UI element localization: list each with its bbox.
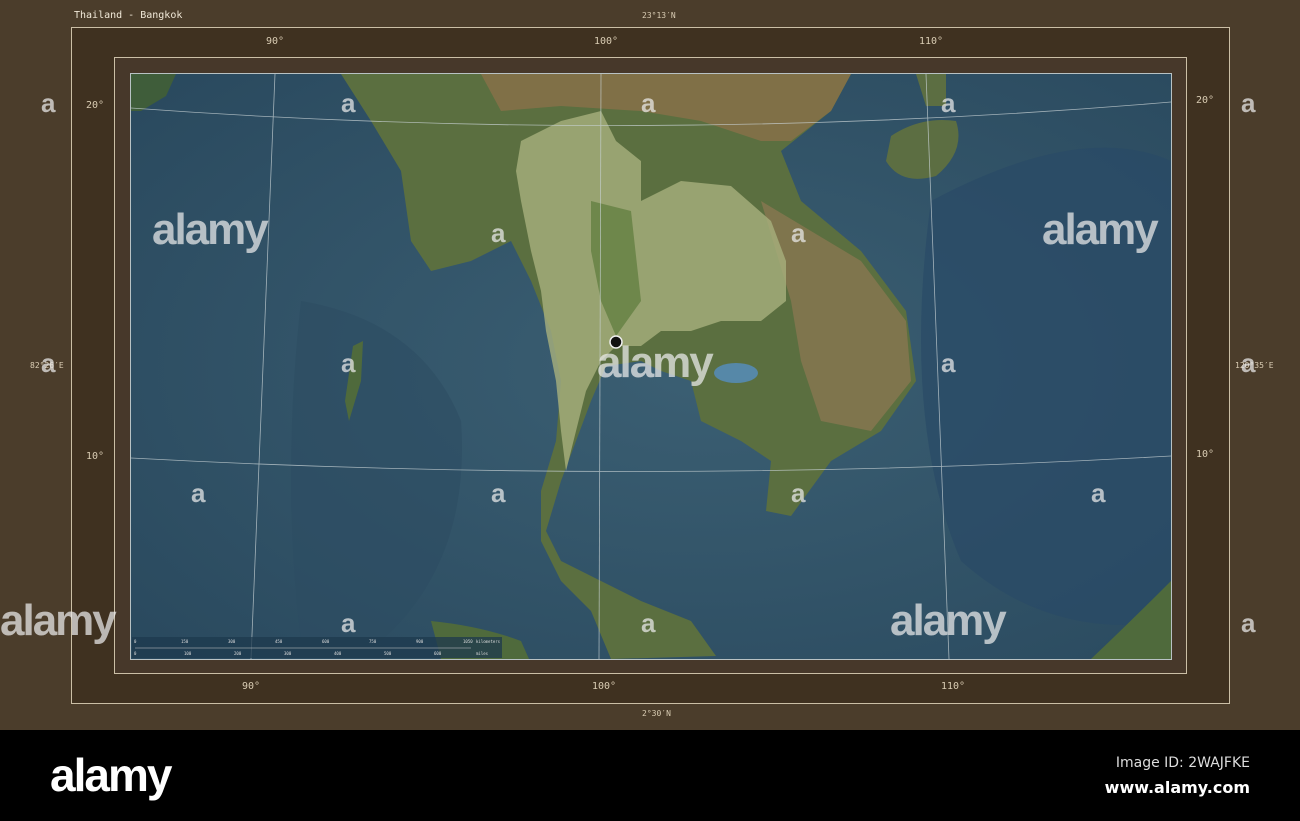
tonle-sap-lake xyxy=(714,363,758,383)
alamy-logo: alamy xyxy=(50,749,172,801)
lon-label-90-bottom: 90° xyxy=(242,681,261,692)
scale-km-tick: 450 xyxy=(275,639,283,644)
watermark-letter: a xyxy=(1241,608,1256,638)
watermark-letter: a xyxy=(41,88,56,118)
watermark-letter: a xyxy=(1091,478,1106,508)
watermark: alamy xyxy=(1042,205,1159,254)
scale-mi-tick: 400 xyxy=(334,651,342,656)
scale-mi-tick: 600 xyxy=(434,651,442,656)
watermark-letter: a xyxy=(341,348,356,378)
watermark: alamy xyxy=(152,205,269,254)
lon-label-110-top: 110° xyxy=(919,36,944,47)
scale-km-tick: 1050 xyxy=(463,639,473,644)
scale-km-tick: 300 xyxy=(228,639,236,644)
watermark-letter: a xyxy=(791,218,806,248)
lat-label-10-left: 10° xyxy=(86,451,105,462)
scale-mi-tick: 500 xyxy=(384,651,392,656)
scale-km-tick: 0 xyxy=(134,639,137,644)
scale-mi-unit: miles xyxy=(476,651,489,656)
watermark-letter: a xyxy=(641,88,656,118)
watermark-letter: a xyxy=(341,88,356,118)
watermark-letter: a xyxy=(1241,348,1256,378)
scale-mi-tick: 100 xyxy=(184,651,192,656)
lon-label-100-bottom: 100° xyxy=(592,681,617,692)
watermark: alamy xyxy=(0,596,117,645)
lat-label-20-left: 20° xyxy=(86,100,105,111)
lat-label-20-right: 20° xyxy=(1196,95,1215,106)
watermark-letter: a xyxy=(491,218,506,248)
watermark: alamy xyxy=(890,596,1007,645)
lon-label-100-top: 100° xyxy=(594,36,619,47)
watermark-letter: a xyxy=(941,88,956,118)
scale-km-tick: 150 xyxy=(181,639,189,644)
scale-km-tick: 600 xyxy=(322,639,330,644)
scale-mi-tick: 0 xyxy=(134,651,137,656)
scale-mi-tick: 300 xyxy=(284,651,292,656)
watermark-letter: a xyxy=(41,348,56,378)
lat-label-10-right: 10° xyxy=(1196,449,1215,460)
watermark: alamy xyxy=(597,338,714,387)
site-url[interactable]: www.alamy.com xyxy=(1105,778,1250,797)
lon-label-110-bottom: 110° xyxy=(941,681,966,692)
watermark-letter: a xyxy=(341,608,356,638)
south-extent: 2°30′N xyxy=(642,709,671,718)
footer-bar: alamy Image ID: 2WAJFKE www.alamy.com xyxy=(0,730,1300,821)
image-id: Image ID: 2WAJFKE xyxy=(1115,755,1250,771)
north-extent: 23°13′N xyxy=(642,11,676,20)
scale-km-unit: kilometers xyxy=(476,639,501,644)
scale-mi-tick: 200 xyxy=(234,651,242,656)
lon-label-90-top: 90° xyxy=(266,36,285,47)
watermark-letter: a xyxy=(1241,88,1256,118)
watermark-letter: a xyxy=(491,478,506,508)
scale-km-tick: 750 xyxy=(369,639,377,644)
scale-km-tick: 900 xyxy=(416,639,424,644)
map-title: Thailand - Bangkok xyxy=(74,10,183,21)
watermark-letter: a xyxy=(641,608,656,638)
watermark-letter: a xyxy=(791,478,806,508)
watermark-letter: a xyxy=(191,478,206,508)
watermark-letter: a xyxy=(941,348,956,378)
